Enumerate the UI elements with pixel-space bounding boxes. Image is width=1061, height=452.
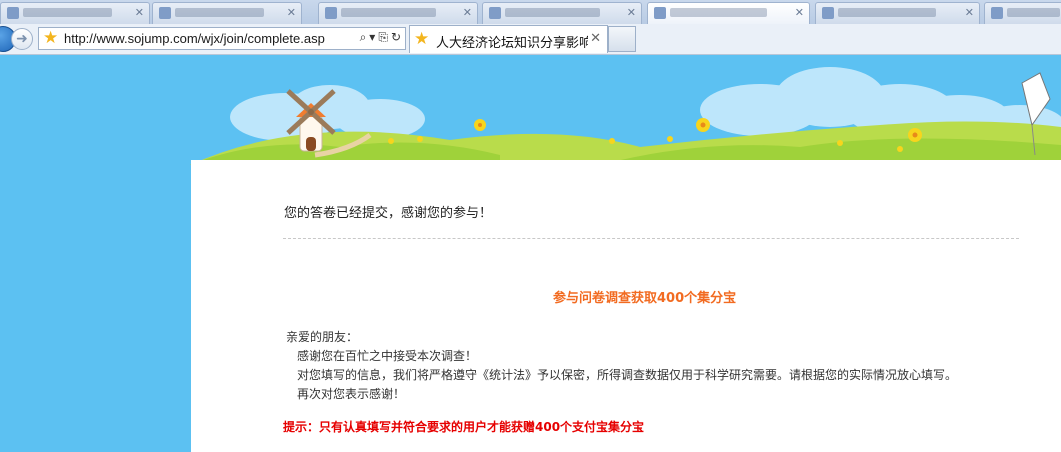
letter-line: 对您填写的信息，我们将严格遵守《统计法》予以保密，所得调查数据仅用于科学研究需要… [297, 368, 958, 382]
background-tab[interactable]: ✕ [318, 2, 478, 24]
tab-favicon-icon [7, 7, 19, 19]
browser-toolbar: ➜ ★ http://www.sojump.com/wjx/join/compl… [0, 24, 1061, 55]
letter-line: 再次对您表示感谢！ [297, 387, 406, 401]
tab-close-icon[interactable]: ✕ [795, 6, 804, 20]
background-tab-current[interactable]: ✕ [647, 2, 810, 24]
url-text[interactable]: http://www.sojump.com/wjx/join/complete.… [64, 31, 325, 46]
refresh-icon[interactable]: ↻ [391, 30, 401, 44]
reward-tip: 提示：只有认真填写并符合要求的用户才能获赠400个支付宝集分宝 [283, 420, 645, 434]
star-icon: ★ [414, 29, 430, 49]
active-tab-title: 人大经济论坛知识分享影响... [436, 36, 588, 51]
search-icon[interactable]: ⌕ [360, 30, 367, 44]
greeting: 亲爱的朋友： [286, 330, 359, 344]
tab-favicon-icon [991, 7, 1003, 19]
completion-panel: 您的答卷已经提交，感谢您的参与！ 参与问卷调查获取400个集分宝 亲爱的朋友： … [191, 160, 1061, 452]
letter-line: 感谢您在百忙之中接受本次调查！ [297, 349, 478, 363]
submission-confirmation: 您的答卷已经提交，感谢您的参与！ [284, 206, 493, 221]
header-banner [190, 67, 1061, 165]
forward-button[interactable]: ➜ [11, 28, 33, 50]
background-tab-strip: ✕ ✕ ✕ ✕ ✕ ✕ [0, 0, 1061, 24]
tab-close-icon[interactable]: ✕ [965, 6, 974, 20]
chevron-down-icon[interactable]: ▾ [369, 30, 375, 44]
dashed-divider [283, 238, 1019, 239]
active-tab[interactable]: ★ 人大经济论坛知识分享影响... ✕ [409, 25, 608, 53]
tab-favicon-icon [822, 7, 834, 19]
new-tab-button[interactable] [608, 26, 636, 52]
background-tab[interactable]: ✕ [815, 2, 980, 24]
tab-favicon-icon [489, 7, 501, 19]
compatibility-view-icon[interactable]: ⎘ [378, 30, 388, 44]
tab-close-icon[interactable]: ✕ [135, 6, 144, 20]
background-tab[interactable]: ✕ [482, 2, 642, 24]
background-tab[interactable]: ✕ [0, 2, 150, 24]
tab-favicon-icon [159, 7, 171, 19]
tab-close-icon[interactable]: ✕ [627, 6, 636, 20]
promo-title: 参与问卷调查获取400个集分宝 [553, 291, 737, 306]
thank-you-letter: 亲爱的朋友： 感谢您在百忙之中接受本次调查！ 对您填写的信息，我们将严格遵守《统… [286, 328, 957, 404]
tab-favicon-icon [325, 7, 337, 19]
address-bar[interactable]: ★ http://www.sojump.com/wjx/join/complet… [38, 27, 406, 50]
background-tab[interactable]: ✕ [152, 2, 302, 24]
tab-close-icon[interactable]: ✕ [590, 31, 601, 46]
forward-arrow-icon: ➜ [16, 31, 28, 47]
star-icon: ★ [43, 28, 59, 48]
tab-favicon-icon [654, 7, 666, 19]
tab-close-icon[interactable]: ✕ [463, 6, 472, 20]
tab-close-icon[interactable]: ✕ [287, 6, 296, 20]
background-tab[interactable] [984, 2, 1061, 24]
